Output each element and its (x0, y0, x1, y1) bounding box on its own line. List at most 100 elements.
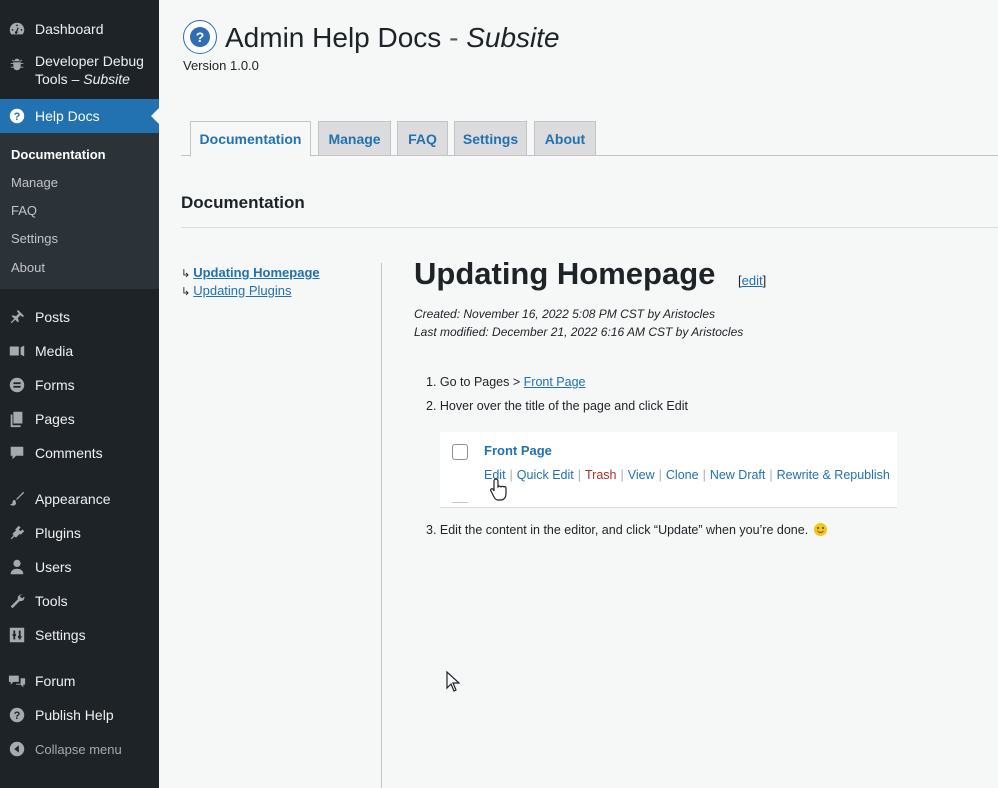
pin-icon (7, 307, 27, 327)
step-1-text: 1. Go to Pages > (426, 375, 524, 389)
menu-debug-subsite: Subsite (83, 71, 130, 87)
users-icon (7, 557, 27, 577)
page-title: Admin Help Docs - Subsite (225, 22, 560, 54)
comments-icon (7, 443, 27, 463)
menu-posts[interactable]: Posts (0, 304, 159, 330)
menu-dashboard[interactable]: Dashboard (0, 16, 159, 42)
step-1: 1. Go to Pages > Front Page (426, 375, 585, 389)
menu-plugins-label: Plugins (35, 525, 81, 541)
next-row-edge (452, 502, 468, 507)
menu-forum-label: Forum (35, 673, 76, 689)
row-actions: Edit | Quick Edit | Trash | View | Clone | New Dra… (484, 468, 890, 482)
toc-item[interactable]: ↳ Updating Homepage (181, 265, 320, 280)
doc-edit-link[interactable]: edit (742, 273, 763, 288)
menu-forms[interactable]: Forms (0, 372, 159, 398)
menu-settings[interactable]: Settings (0, 622, 159, 648)
row-title: Front Page (484, 443, 552, 458)
menu-tools-label: Tools (35, 593, 68, 609)
toc-link-updating-homepage[interactable]: Updating Homepage (193, 265, 319, 280)
section-title: Documentation (181, 193, 305, 212)
submenu-faq[interactable]: FAQ (11, 203, 37, 218)
row-action-clone: Clone (665, 468, 699, 482)
menu-debug-line1: Developer Debug (35, 53, 144, 69)
forms-icon (7, 375, 27, 395)
tab-faq[interactable]: FAQ (397, 121, 448, 156)
front-page-link[interactable]: Front Page (524, 375, 586, 389)
menu-debug-line2: Tools – (35, 71, 84, 87)
help-icon: ? (7, 705, 27, 725)
menu-comments-label: Comments (35, 445, 103, 461)
dashboard-icon (7, 19, 27, 39)
menu-settings-label: Settings (35, 627, 86, 643)
version-label: Version 1.0.0 (183, 58, 259, 73)
row-checkbox (452, 444, 468, 460)
menu-users-label: Users (35, 559, 72, 575)
menu-comments[interactable]: Comments (0, 440, 159, 466)
menu-pages[interactable]: Pages (0, 406, 159, 432)
menu-plugins[interactable]: Plugins (0, 520, 159, 546)
step-3: 3. Edit the content in the editor, and c… (426, 523, 827, 537)
arrow-cursor-icon (446, 671, 460, 692)
menu-forum[interactable]: Forum (0, 668, 159, 694)
tab-documentation[interactable]: Documentation (190, 121, 311, 157)
menu-developer-debug-tools-label: Developer Debug Tools – Subsite (35, 52, 144, 88)
row-action-trash: Trash (585, 468, 617, 482)
row-action-rewrite-republish: Rewrite & Republish (776, 468, 890, 482)
menu-appearance-label: Appearance (35, 491, 111, 507)
menu-appearance[interactable]: Appearance (0, 486, 159, 512)
toc-link-updating-plugins[interactable]: Updating Plugins (193, 283, 291, 298)
submenu-manage[interactable]: Manage (11, 175, 58, 190)
smiley-icon (813, 523, 827, 536)
wrench-icon (7, 591, 27, 611)
doc-modified: Last modified: December 21, 2022 6:16 AM… (414, 325, 744, 339)
menu-media[interactable]: Media (0, 338, 159, 364)
submenu-settings[interactable]: Settings (11, 231, 58, 246)
plugin-icon (7, 523, 27, 543)
toc-divider (381, 263, 382, 788)
toc-item[interactable]: ↳ Updating Plugins (181, 283, 292, 298)
return-arrow-icon: ↳ (181, 286, 191, 298)
page-title-separator: - (449, 22, 459, 53)
tab-settings[interactable]: Settings (454, 121, 527, 156)
menu-help-docs-label: Help Docs (35, 108, 100, 124)
help-icon: ? (7, 106, 27, 126)
submenu-about[interactable]: About (11, 260, 45, 275)
step-3-text: 3. Edit the content in the editor, and c… (426, 523, 809, 537)
doc-title: Updating Homepage (414, 256, 716, 291)
menu-tools[interactable]: Tools (0, 588, 159, 614)
question-mark-icon: ? (190, 27, 210, 47)
menu-dashboard-label: Dashboard (35, 21, 104, 37)
doc-edit-link-wrapper: [edit] (738, 273, 767, 288)
page-title-subsite: Subsite (466, 22, 560, 53)
collapse-menu-button[interactable]: Collapse menu (0, 736, 159, 762)
menu-forms-label: Forms (35, 377, 75, 393)
admin-help-docs-logo: ? (183, 20, 217, 54)
menu-users[interactable]: Users (0, 554, 159, 580)
menu-help-docs[interactable]: ? Help Docs (0, 99, 159, 133)
bug-icon (7, 54, 27, 74)
settings-icon (7, 625, 27, 645)
menu-publish-help[interactable]: ? Publish Help (0, 702, 159, 728)
brush-icon (7, 489, 27, 509)
return-arrow-icon: ↳ (181, 268, 191, 280)
admin-sidebar: Dashboard Developer Debug Tools – Subsit… (0, 0, 159, 788)
doc-created: Created: November 16, 2022 5:08 PM CST b… (414, 307, 716, 321)
submenu-documentation[interactable]: Documentation (11, 147, 106, 162)
row-action-view: View (627, 468, 655, 482)
row-action-new-draft: New Draft (709, 468, 766, 482)
media-icon (7, 341, 27, 361)
menu-posts-label: Posts (35, 309, 71, 325)
tab-manage[interactable]: Manage (318, 121, 391, 156)
svg-text:?: ? (14, 710, 21, 722)
menu-publish-help-label: Publish Help (35, 707, 114, 723)
collapse-menu-label: Collapse menu (35, 741, 122, 757)
menu-media-label: Media (35, 343, 74, 359)
row-action-quick-edit: Quick Edit (516, 468, 574, 482)
menu-pages-label: Pages (35, 411, 75, 427)
tab-about[interactable]: About (534, 121, 596, 156)
pages-icon (7, 409, 27, 429)
section-divider (181, 227, 998, 228)
embedded-row-screenshot: Front Page Edit | Quick Edit | Trash | View | Cl… (440, 432, 897, 508)
menu-developer-debug-tools[interactable]: Developer Debug Tools – Subsite (0, 52, 159, 92)
forum-icon (7, 671, 27, 691)
